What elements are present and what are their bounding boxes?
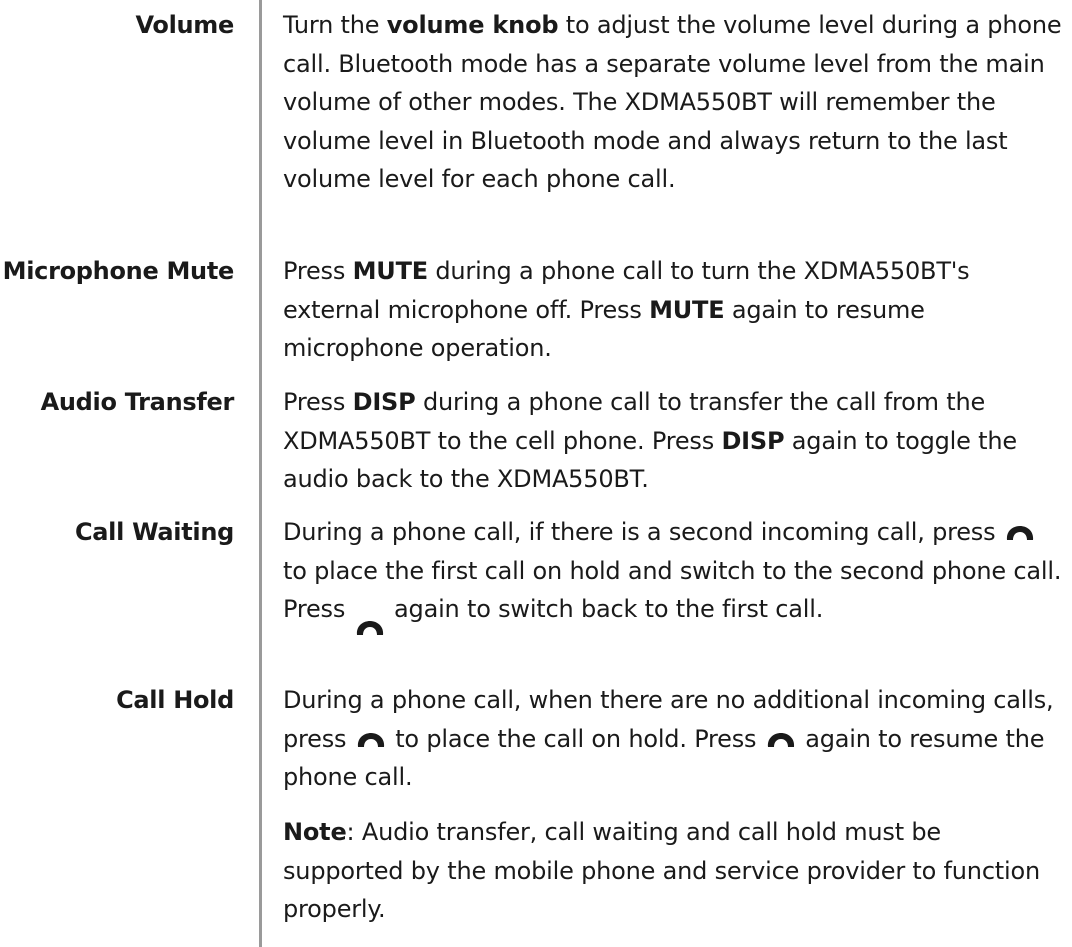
bold-mute: MUTE xyxy=(649,295,725,324)
text-span: again to switch back to the first call. xyxy=(386,595,824,623)
description-microphone-mute: Press MUTE during a phone call to turn t… xyxy=(283,252,1063,368)
phone-handset-icon xyxy=(355,619,385,637)
phone-handset-icon xyxy=(356,731,386,749)
bold-volume-knob: volume knob xyxy=(386,11,559,39)
vertical-divider xyxy=(259,0,262,947)
phone-handset-icon xyxy=(1005,524,1035,542)
note-text: : Audio transfer, call waiting and call … xyxy=(283,818,1040,923)
bold-mute: MUTE xyxy=(352,257,429,285)
text-span: to place the call on hold. Press xyxy=(387,724,764,753)
description-call-hold: During a phone call, when there are no a… xyxy=(283,681,1063,797)
note-label: Note xyxy=(283,818,347,846)
bold-disp: DISP xyxy=(721,426,785,455)
term-volume: Volume xyxy=(135,11,234,39)
description-volume: Turn the volume knob to adjust the volum… xyxy=(283,6,1063,199)
text-span: During a phone call, if there is a secon… xyxy=(283,518,996,546)
phone-handset-icon xyxy=(766,731,796,749)
description-audio-transfer: Press DISP during a phone call to transf… xyxy=(283,383,1063,499)
note-paragraph: Note: Audio transfer, call waiting and c… xyxy=(283,813,1063,929)
text-span: Turn the xyxy=(283,11,387,39)
text-span: Press xyxy=(283,388,353,416)
term-audio-transfer: Audio Transfer xyxy=(40,388,235,416)
term-microphone-mute: Microphone Mute xyxy=(2,257,235,285)
text-span: Press xyxy=(283,257,353,285)
term-call-hold: Call Hold xyxy=(116,686,234,714)
description-call-waiting: During a phone call, if there is a secon… xyxy=(283,513,1063,637)
bold-disp: DISP xyxy=(352,388,416,416)
term-call-waiting: Call Waiting xyxy=(74,518,234,546)
